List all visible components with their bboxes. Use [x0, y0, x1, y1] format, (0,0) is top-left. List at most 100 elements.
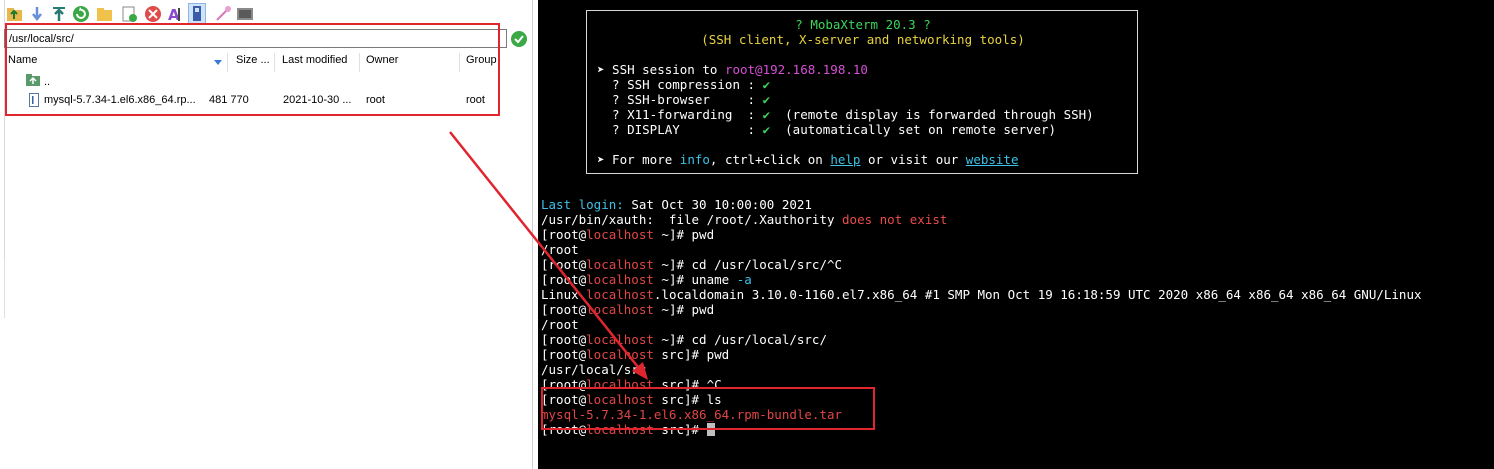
banner-title-text: ? MobaXterm 20.3 ? — [795, 17, 931, 32]
welcome-banner: ? MobaXterm 20.3 ? (SSH client, X-server… — [586, 10, 1138, 174]
banner-host: @192.168.198.10 — [755, 62, 868, 77]
banner-info-word: info — [679, 152, 710, 167]
sftp-toolbar: A — [0, 0, 538, 28]
column-header-name[interactable]: Name — [8, 54, 37, 66]
terminal-icon[interactable] — [236, 5, 254, 23]
column-header-group[interactable]: Group — [466, 54, 497, 66]
new-folder-icon[interactable] — [96, 5, 114, 23]
banner-option: ? SSH-browser : ✔ — [597, 92, 770, 107]
website-link[interactable]: website — [966, 152, 1019, 167]
download-icon[interactable] — [28, 5, 46, 23]
banner-option-label: ? SSH-browser : — [597, 92, 763, 107]
command: src]# ls — [653, 392, 722, 407]
terminal-line: [root@localhost ~]# cd /usr/local/src/^C — [541, 257, 842, 272]
prompt: [root@ — [541, 332, 587, 347]
terminal[interactable]: ? MobaXterm 20.3 ? (SSH client, X-server… — [538, 0, 1494, 469]
check-icon: ✔ — [762, 77, 771, 92]
banner-text: or visit our — [860, 152, 966, 167]
column-divider[interactable] — [459, 53, 460, 72]
permissions-icon[interactable] — [214, 5, 232, 23]
terminal-text: Linux — [541, 287, 587, 302]
command-flag: -a — [736, 272, 752, 287]
banner-option: ? DISPLAY : ✔ (automatically set on remo… — [597, 122, 1056, 137]
prompt-host: localhost — [586, 302, 654, 317]
terminal-line: /root — [541, 242, 579, 257]
delete-icon[interactable] — [144, 5, 162, 23]
column-divider[interactable] — [227, 53, 228, 72]
prompt-host: localhost — [586, 422, 654, 437]
prompt: [root@ — [541, 257, 587, 272]
pane-divider[interactable] — [532, 0, 533, 469]
prompt-host: localhost — [586, 377, 654, 392]
list-item-group: root — [466, 94, 485, 106]
column-header-size[interactable]: Size ... — [236, 54, 270, 66]
prompt-host: localhost — [586, 227, 654, 242]
terminal-line: [root@localhost src]# ^C — [541, 377, 722, 392]
prompt: [root@ — [541, 422, 587, 437]
prompt: [root@ — [541, 227, 587, 242]
path-input[interactable]: /usr/local/src/ — [4, 29, 507, 48]
banner-session-line: ➤ SSH session to root@192.168.198.10 — [597, 62, 868, 77]
list-item-owner: root — [366, 94, 385, 106]
list-item-size: 481 770 — [209, 94, 249, 106]
help-link[interactable]: help — [830, 152, 860, 167]
banner-title: ? MobaXterm 20.3 ? — [587, 17, 1139, 32]
command: ~]# uname — [653, 272, 737, 287]
banner-subtitle: (SSH client, X-server and networking too… — [701, 32, 1025, 47]
banner-option-label: ? DISPLAY : — [597, 122, 763, 137]
terminal-text: /usr/bin/xauth: file /root/.Xauthority — [541, 212, 843, 227]
terminal-text: .localdomain 3.10.0-1160.el7.x86_64 #1 S… — [653, 287, 1422, 302]
column-divider[interactable] — [274, 53, 275, 72]
command: ~]# cd /usr/local/src/ — [653, 332, 827, 347]
terminal-line: [root@localhost src]# pwd — [541, 347, 729, 362]
column-header-modified[interactable]: Last modified — [282, 54, 347, 66]
prompt: [root@ — [541, 302, 587, 317]
last-login-value: Sat Oct 30 10:00:00 2021 — [623, 197, 812, 212]
column-header-owner[interactable]: Owner — [366, 54, 398, 66]
terminal-line: [root@localhost ~]# uname -a — [541, 272, 752, 287]
terminal-line: mysql-5.7.34-1.el6.x86_64.rpm-bundle.tar — [541, 407, 843, 422]
refresh-icon[interactable] — [72, 5, 90, 23]
terminal-line: /root — [541, 317, 579, 332]
prompt-host: localhost — [586, 272, 654, 287]
check-icon: ✔ — [762, 107, 771, 122]
prompt: [root@ — [541, 392, 587, 407]
folder-up-icon — [26, 74, 40, 89]
command: src]# — [653, 422, 707, 437]
terminal-follow-icon[interactable] — [188, 3, 206, 25]
path-input-value: /usr/local/src/ — [9, 33, 74, 45]
rename-icon[interactable]: A — [166, 5, 184, 24]
prompt-host: localhost — [586, 392, 654, 407]
prompt-host: localhost — [586, 332, 654, 347]
file-icon — [29, 93, 39, 110]
terminal-line: [root@localhost ~]# cd /usr/local/src/ — [541, 332, 827, 347]
check-icon: ✔ — [762, 92, 771, 107]
banner-text: ➤ For more — [597, 152, 680, 167]
column-divider[interactable] — [359, 53, 360, 72]
terminal-cursor — [706, 423, 715, 436]
banner-option-note: (remote display is forwarded through SSH… — [770, 107, 1094, 122]
terminal-error: does not exist — [842, 212, 948, 227]
pane-border — [0, 258, 5, 318]
terminal-line: [root@localhost ~]# pwd — [541, 302, 714, 317]
prompt-host: localhost — [586, 257, 654, 272]
list-item-name: mysql-5.7.34-1.el6.x86_64.rp... — [44, 94, 196, 106]
list-item-name: .. — [44, 76, 51, 88]
banner-option-label: ? SSH compression : — [597, 77, 763, 92]
path-go-icon[interactable] — [511, 31, 527, 47]
new-file-icon[interactable] — [120, 5, 138, 23]
folder-up-icon[interactable] — [6, 5, 24, 23]
sftp-browser-panel: A /usr/local/src/ Name Size ... Last mod… — [0, 0, 538, 469]
upload-icon[interactable] — [50, 5, 68, 23]
banner-user: root — [724, 62, 756, 77]
sort-arrow-icon[interactable] — [214, 57, 222, 69]
banner-option: ? X11-forwarding : ✔ (remote display is … — [597, 107, 1094, 122]
terminal-line: Linux localhost.localdomain 3.10.0-1160.… — [541, 287, 1422, 302]
banner-option-note: (automatically set on remote server) — [770, 122, 1057, 137]
command: ~]# pwd — [653, 302, 715, 317]
command: src]# ^C — [653, 377, 722, 392]
terminal-host: localhost — [586, 287, 654, 302]
command: ~]# pwd — [653, 227, 715, 242]
prompt: [root@ — [541, 272, 587, 287]
banner-option-label: ? X11-forwarding : — [597, 107, 763, 122]
